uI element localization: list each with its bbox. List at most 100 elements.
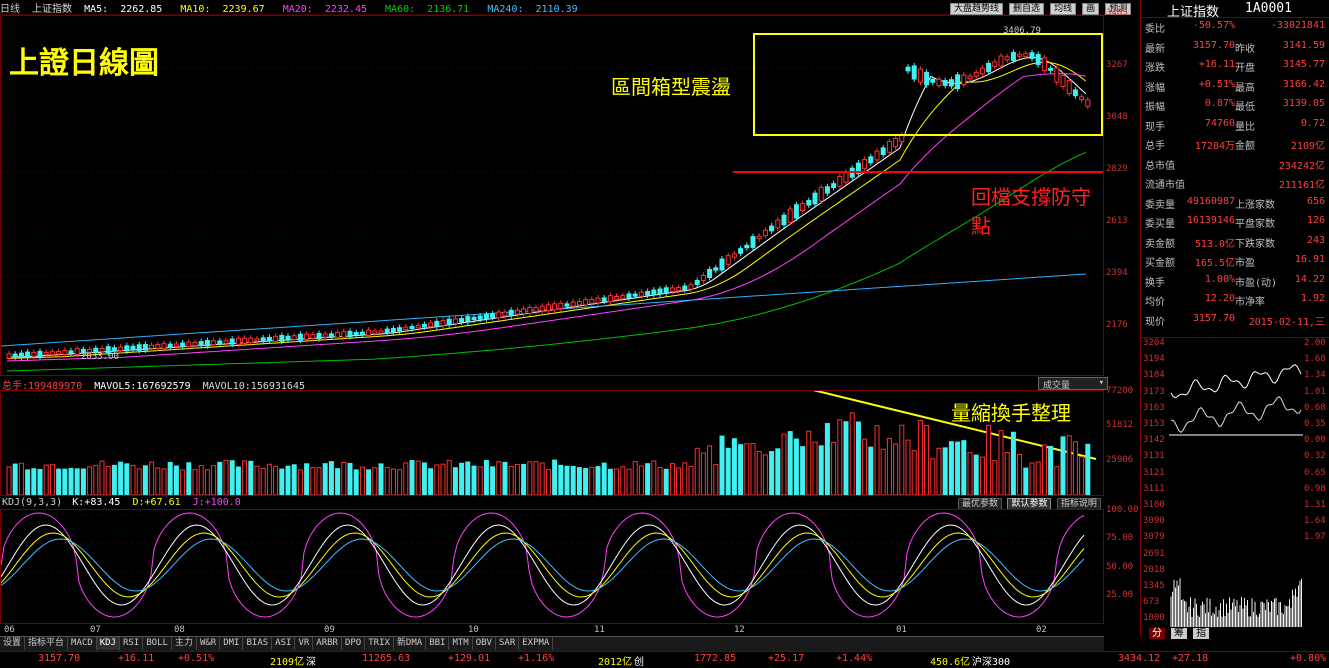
volume-bar (490, 466, 496, 495)
ma10-readout: MA10: 2239.67 (180, 4, 265, 15)
intraday-price-tick: 3142 (1143, 435, 1165, 446)
candle-body (415, 324, 421, 329)
period-label[interactable]: 日线 (0, 4, 20, 14)
volume-bar (843, 421, 849, 495)
indicator-tab[interactable]: ASI (272, 637, 296, 650)
quote-row: 涨跌 +16.11 开盘 3145.77 (1145, 59, 1327, 76)
indicator-tab[interactable]: BOLL (143, 637, 172, 650)
indicator-tab[interactable]: EXPMA (519, 637, 554, 650)
support-line (733, 171, 1103, 173)
quote-value: 243 (1306, 234, 1325, 246)
candle-body (614, 295, 620, 300)
tab-chips[interactable]: 筹 (1171, 628, 1188, 639)
indicator-tab[interactable]: RSI (120, 637, 144, 650)
indicator-tab[interactable]: ARBR (313, 637, 342, 650)
quote-label: 最低 (1235, 102, 1255, 113)
candle-body (676, 286, 682, 291)
candle-body (837, 176, 843, 187)
quote-value: 211161亿 (1278, 180, 1325, 191)
intraday-pct-tick: 1.34 (1304, 370, 1326, 381)
candle-body (552, 303, 558, 311)
candle-body (136, 344, 142, 351)
indicator-tab[interactable]: DMI (220, 637, 244, 650)
indicator-tab[interactable]: W&R (197, 637, 221, 650)
candle-body (204, 340, 210, 347)
candle-body (694, 280, 700, 285)
price-tick: 3267 (1106, 60, 1128, 70)
volume-bar (601, 462, 607, 495)
indicator-tab[interactable]: TRIX (365, 637, 394, 650)
volume-annotation: 量縮換手整理 (951, 401, 1071, 425)
indicator-tab[interactable]: SAR (496, 637, 520, 650)
candle-body (297, 333, 303, 341)
kdj-line (1, 524, 1085, 606)
intraday-panel[interactable]: 3204 3194 3184 3173 3163 3153 3142 3131 3121 3111… (1140, 337, 1329, 639)
quote-label: 市盈 (1235, 258, 1255, 269)
intraday-pct-tick: 0.68 (1304, 402, 1326, 413)
remove-favorite-button[interactable]: 删自选 (1009, 3, 1045, 15)
candle-body (403, 326, 409, 331)
volume-bar (1079, 456, 1085, 495)
volume-bar (155, 467, 161, 495)
quote-label: 均价 (1145, 297, 1165, 308)
sh-pct: +0.51% (178, 653, 215, 664)
sz-price: 11265.63 (362, 653, 411, 664)
trendline-button[interactable]: 大盘趋势线 (950, 3, 1004, 15)
indicator-tab[interactable]: 设置 (0, 637, 26, 650)
volume-bar (173, 465, 179, 495)
quote-value: 3157.70 (1192, 312, 1235, 324)
volume-bar (198, 465, 204, 495)
quote-value: 0.87% (1204, 98, 1235, 109)
quote-row: 委买量 16139146 平盘家数 126 (1145, 215, 1327, 232)
draw-button[interactable]: 画 (1082, 3, 1100, 15)
indicator-tab[interactable]: KDJ (96, 637, 120, 650)
volume-bar (235, 466, 241, 495)
candle-body (595, 297, 601, 304)
ma-button[interactable]: 均线 (1050, 3, 1077, 15)
indicator-tab[interactable]: 指标平台 (25, 637, 69, 650)
candle-body (372, 330, 378, 335)
volume-indicator-select[interactable]: 成交量 ▾ (1038, 377, 1108, 391)
indicator-tab[interactable]: VR (295, 637, 314, 650)
tab-index[interactable]: 指 (1193, 628, 1210, 639)
volume-bar (347, 462, 353, 495)
indicator-tab[interactable]: DPO (342, 637, 366, 650)
volume-chart-panel[interactable]: 量縮換手整理 (0, 390, 1104, 496)
volume-bar (1054, 466, 1060, 495)
quote-value: +16.11 (1198, 59, 1235, 70)
cy-change: +25.17 (768, 653, 805, 664)
candle-body (316, 332, 322, 340)
intraday-tabs: 分 筹 指 (1149, 624, 1210, 639)
volume-bar (961, 440, 967, 495)
candle-body (353, 332, 359, 336)
candle-body (167, 343, 173, 348)
kdj-chart-panel[interactable] (0, 509, 1104, 624)
volume-bar (880, 448, 886, 495)
kline-chart-panel[interactable]: 上證日線圖 區間箱型震盪 回檔支撐防守點 3406.79 2033.00 (0, 15, 1104, 376)
indicator-tab[interactable]: MTM (449, 637, 473, 650)
indicator-tab[interactable]: OBV (473, 637, 496, 650)
volume-bar (595, 466, 601, 495)
quote-row: 买金额 165.5亿 市盈 16.91 (1145, 254, 1327, 271)
indicator-tab[interactable]: 主力 (172, 637, 197, 650)
volume-bar (49, 464, 55, 495)
volume-bar (583, 468, 589, 495)
volume-bar (266, 463, 272, 495)
quote-label: 现手 (1145, 121, 1165, 133)
volume-bar (68, 468, 74, 495)
candle-body (657, 288, 663, 295)
indicator-tab[interactable]: BBI (426, 637, 450, 650)
candle-body (645, 291, 651, 296)
volume-bar (1066, 435, 1072, 495)
tab-minute[interactable]: 分 (1149, 628, 1165, 639)
candle-body (775, 219, 781, 229)
sz-change: +129.01 (448, 653, 491, 664)
intraday-price-tick: 3163 (1143, 402, 1165, 413)
candle-body (576, 300, 582, 306)
indicator-tab[interactable]: MACD (68, 637, 97, 650)
indicator-tab[interactable]: 新DMA (394, 637, 427, 650)
indicator-tab[interactable]: BIAS (243, 637, 273, 650)
volume-bar (533, 461, 539, 495)
volume-bar (279, 468, 285, 495)
volume-bar (502, 461, 508, 495)
